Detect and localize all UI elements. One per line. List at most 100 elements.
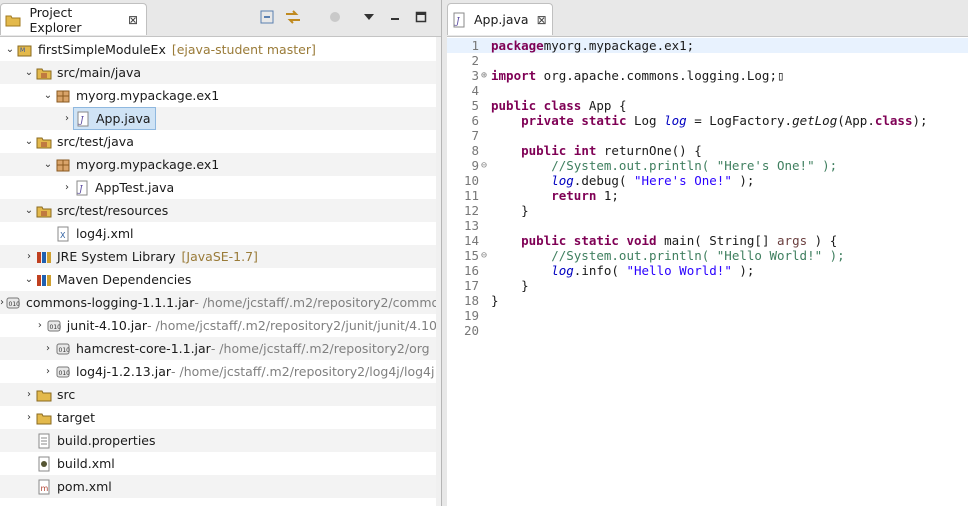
svg-text:010: 010: [49, 324, 61, 331]
chevron-down-icon[interactable]: ⌄: [23, 274, 35, 285]
code-line[interactable]: 14 public static void main( String[] arg…: [447, 233, 968, 248]
tree-item-label: src/test/java: [57, 134, 134, 149]
code-text: log.info( "Hello World!" );: [491, 263, 754, 278]
chevron-down-icon[interactable]: ⌄: [23, 136, 35, 147]
source-folder-icon: [35, 203, 53, 219]
code-line[interactable]: 6 private static Log log = LogFactory.ge…: [447, 113, 968, 128]
code-text: //System.out.println( "Here's One!" );: [491, 158, 837, 173]
chevron-right-icon[interactable]: ›: [23, 389, 35, 400]
tab-app-java[interactable]: J App.java ⊠: [447, 3, 553, 35]
code-line[interactable]: 11 return 1;: [447, 188, 968, 203]
code-line[interactable]: 20: [447, 323, 968, 338]
code-line[interactable]: 8 public int returnOne() {: [447, 143, 968, 158]
code-token: package: [491, 38, 544, 53]
tree-item[interactable]: ⌄ myorg.mypackage.ex1: [0, 84, 441, 107]
tree-item[interactable]: › JRE System Library [JavaSE-1.7]: [0, 245, 441, 268]
tab-project-explorer[interactable]: Project Explorer ⊠: [0, 3, 147, 35]
code-line[interactable]: 16 log.info( "Hello World!" );: [447, 263, 968, 278]
chevron-right-icon[interactable]: ›: [61, 113, 73, 124]
line-number: 5: [471, 98, 479, 113]
tree-item[interactable]: m pom.xml: [0, 475, 441, 498]
tree-item[interactable]: ⌄ myorg.mypackage.ex1: [0, 153, 441, 176]
code-line[interactable]: 2: [447, 53, 968, 68]
tree-item[interactable]: ⌄ Maven Dependencies: [0, 268, 441, 291]
code-line[interactable]: 15 ⊖ //System.out.println( "Hello World!"…: [447, 248, 968, 263]
code-token: public: [521, 233, 567, 248]
code-token: 1;: [596, 188, 619, 203]
code-token: = LogFactory.: [686, 113, 793, 128]
code-token: //System.out.println( "Hello World!" );: [491, 248, 845, 263]
project-tree[interactable]: ⌄ MfirstSimpleModuleEx [ejava-student mast…: [0, 37, 441, 506]
tree-item[interactable]: Xlog4j.xml: [0, 222, 441, 245]
tree-item[interactable]: ⌄ MfirstSimpleModuleEx [ejava-student mast…: [0, 38, 441, 61]
code-editor[interactable]: 1 packagemyorg.mypackage.ex1; 2 3 ⊕ import or…: [447, 37, 968, 506]
chevron-right-icon[interactable]: ›: [23, 412, 35, 423]
tree-item-path: - /home/jcstaff/.m2/repository2/org: [210, 341, 430, 356]
tree-item[interactable]: › 010 commons-logging-1.1.1.jar - /home/jc…: [0, 291, 441, 314]
chevron-down-icon[interactable]: ⌄: [4, 44, 16, 55]
tree-item-label: commons-logging-1.1.1.jar: [26, 295, 195, 310]
line-number: 1: [471, 38, 479, 53]
tree-item[interactable]: ⌄ src/test/java: [0, 130, 441, 153]
code-line[interactable]: 13: [447, 218, 968, 233]
line-number: 9: [471, 158, 479, 173]
code-line[interactable]: 12 }: [447, 203, 968, 218]
code-line[interactable]: 17 }: [447, 278, 968, 293]
link-with-editor-icon[interactable]: [284, 8, 302, 26]
code-line[interactable]: 1 packagemyorg.mypackage.ex1;: [447, 38, 968, 53]
code-line[interactable]: 19: [447, 308, 968, 323]
tree-item[interactable]: build.xml: [0, 452, 441, 475]
code-text: public int returnOne() {: [491, 143, 702, 158]
code-token: public: [521, 143, 567, 158]
code-token: .info(: [573, 263, 627, 278]
collapse-fold-icon[interactable]: ⊖: [479, 158, 489, 173]
code-token: );: [912, 113, 928, 128]
ant-file-icon: [35, 456, 53, 472]
source-folder-icon: [35, 134, 53, 150]
tree-item[interactable]: › 010 junit-4.10.jar - /home/jcstaff/.m2/r…: [0, 314, 441, 337]
tree-item[interactable]: › J AppTest.java: [0, 176, 441, 199]
filter-icon[interactable]: [326, 8, 344, 26]
chevron-right-icon[interactable]: ›: [23, 251, 35, 262]
tree-item-path: - /home/jcstaff/.m2/repository2/junit/ju…: [147, 318, 437, 333]
chevron-right-icon[interactable]: ›: [61, 182, 73, 193]
tree-item[interactable]: build.properties: [0, 429, 441, 452]
chevron-down-icon[interactable]: ⌄: [23, 205, 35, 216]
chevron-down-icon[interactable]: ⌄: [23, 67, 35, 78]
tree-item-label: Maven Dependencies: [57, 272, 192, 287]
code-line[interactable]: 5 public class App {: [447, 98, 968, 113]
code-token: int: [566, 143, 597, 158]
tree-item[interactable]: ⌄ src/main/java: [0, 61, 441, 84]
tree-item[interactable]: › 010 log4j-1.2.13.jar - /home/jcstaff/.m2…: [0, 360, 441, 383]
chevron-down-icon[interactable]: ⌄: [42, 90, 54, 101]
tree-item[interactable]: › J App.java: [0, 107, 441, 130]
chevron-right-icon[interactable]: ›: [35, 320, 45, 331]
maximize-icon[interactable]: [412, 8, 430, 26]
close-icon[interactable]: ⊠: [537, 13, 547, 27]
code-line[interactable]: 7: [447, 128, 968, 143]
code-line[interactable]: 18}: [447, 293, 968, 308]
line-number: 10: [463, 173, 479, 188]
code-line[interactable]: 9 ⊖ //System.out.println( "Here's One!" )…: [447, 158, 968, 173]
tree-item[interactable]: › target: [0, 406, 441, 429]
chevron-down-icon[interactable]: ⌄: [42, 159, 54, 170]
tree-item[interactable]: › 010 hamcrest-core-1.1.jar - /home/jcstaf…: [0, 337, 441, 360]
tree-item[interactable]: › src: [0, 383, 441, 406]
chevron-right-icon[interactable]: ›: [42, 343, 54, 354]
code-line[interactable]: 3 ⊕ import org.apache.commons.logging.Log;…: [447, 68, 968, 83]
close-icon[interactable]: ⊠: [128, 13, 138, 27]
tree-item-label: hamcrest-core-1.1.jar: [76, 341, 211, 356]
minimize-icon[interactable]: [386, 8, 404, 26]
view-menu-icon[interactable]: [360, 8, 378, 26]
code-token: }: [491, 278, 529, 293]
vertical-scrollbar[interactable]: [436, 37, 441, 506]
expand-fold-icon[interactable]: ⊕: [479, 68, 489, 83]
tree-item[interactable]: ⌄ src/test/resources: [0, 199, 441, 222]
collapse-fold-icon[interactable]: ⊖: [479, 248, 489, 263]
chevron-right-icon[interactable]: ›: [42, 366, 54, 377]
collapse-all-icon[interactable]: [258, 8, 276, 26]
code-line[interactable]: 4: [447, 83, 968, 98]
code-line[interactable]: 10 log.debug( "Here's One!" );: [447, 173, 968, 188]
